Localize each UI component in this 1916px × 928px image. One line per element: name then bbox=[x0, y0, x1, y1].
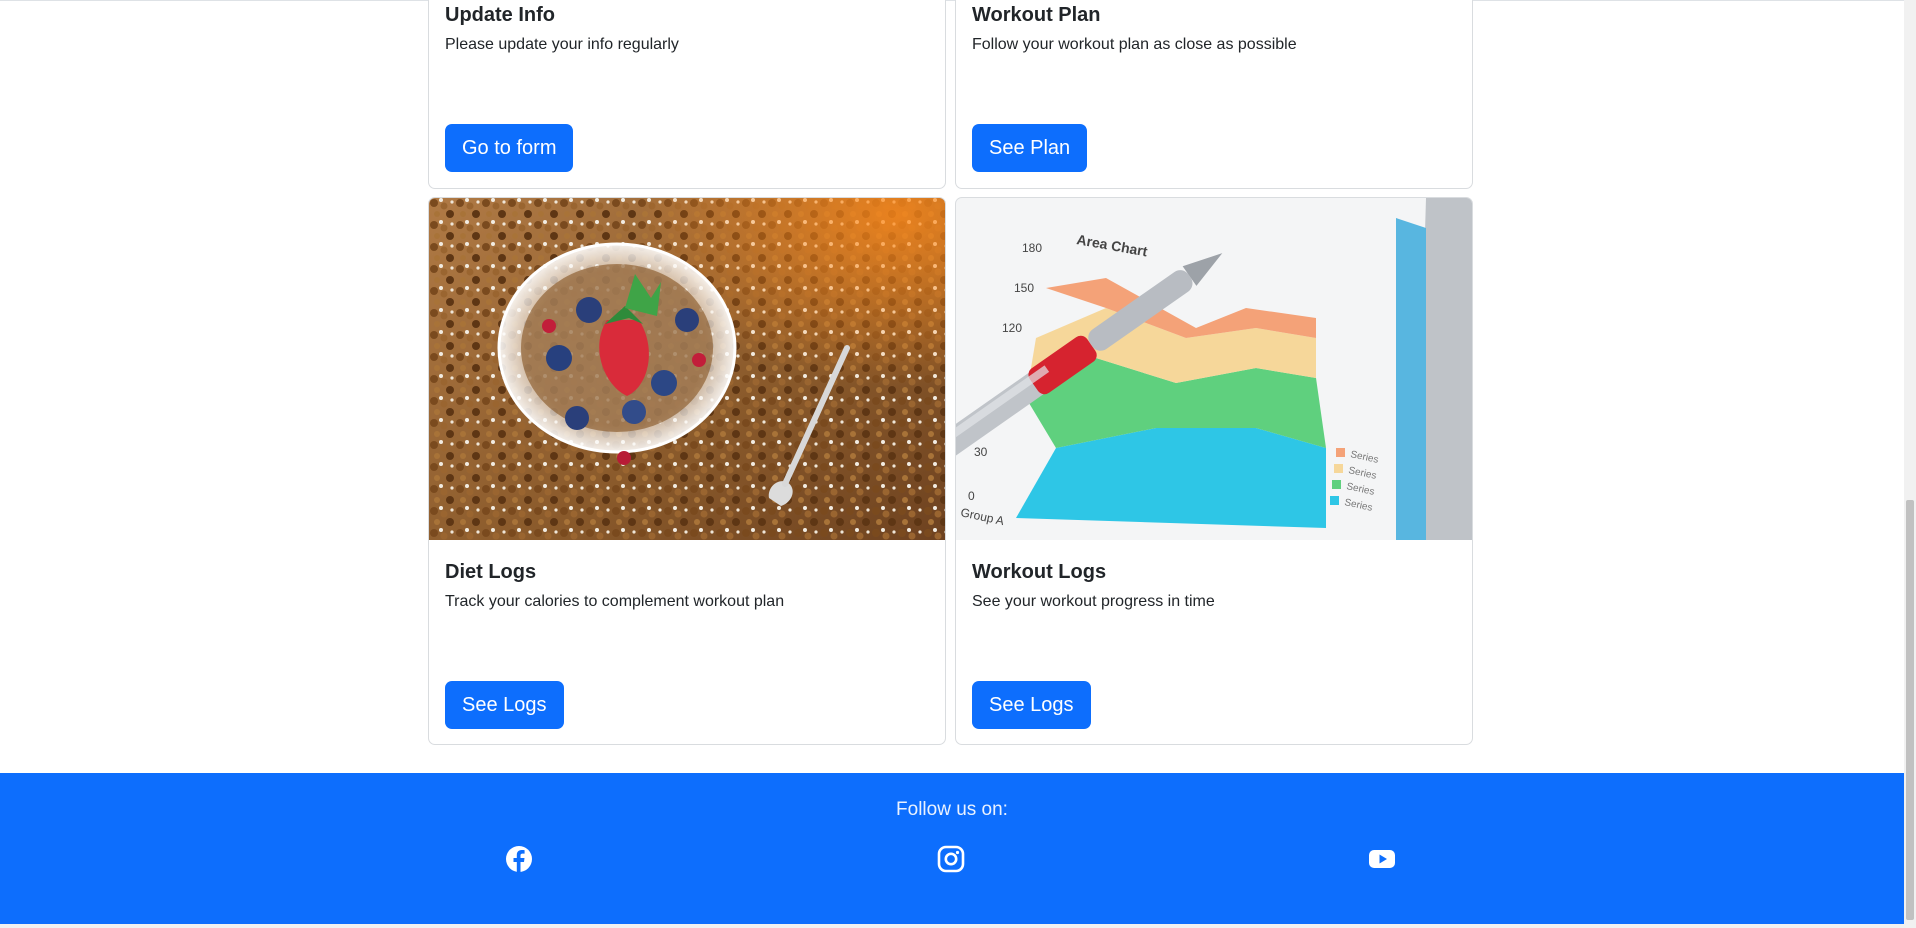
scrollbar[interactable] bbox=[1904, 0, 1916, 928]
card-title: Workout Logs bbox=[972, 561, 1107, 583]
go-to-form-button[interactable]: Go to form bbox=[445, 124, 574, 172]
see-plan-button[interactable]: See Plan bbox=[972, 124, 1088, 172]
svg-text:180: 180 bbox=[1022, 241, 1042, 255]
card-body: Workout Logs See your workout progress i… bbox=[972, 560, 1456, 612]
see-diet-logs-button[interactable]: See Logs bbox=[445, 681, 564, 729]
footer-title: Follow us on: bbox=[896, 799, 1008, 820]
card-title: Update Info bbox=[445, 4, 555, 26]
instagram-icon[interactable] bbox=[937, 845, 965, 873]
area-chart-image: Area Chart 180 150 120 30 0 Group A Seri… bbox=[956, 198, 1472, 540]
card-workout-plan: Workout Plan Follow your workout plan as… bbox=[955, 0, 1473, 189]
svg-text:0: 0 bbox=[968, 489, 975, 503]
card-body: Update Info Please update your info regu… bbox=[445, 3, 929, 55]
card-text: See your workout progress in time bbox=[972, 593, 1215, 610]
card-text: Track your calories to complement workou… bbox=[445, 593, 785, 610]
scrollbar-thumb[interactable] bbox=[1906, 500, 1914, 920]
svg-text:150: 150 bbox=[1014, 281, 1034, 295]
granola-bowl-image bbox=[429, 198, 945, 540]
svg-text:30: 30 bbox=[974, 445, 988, 459]
card-body: Workout Plan Follow your workout plan as… bbox=[972, 3, 1456, 55]
bottom-edge bbox=[0, 924, 1904, 928]
card-text: Please update your info regularly bbox=[445, 36, 679, 53]
page: Update Info Please update your info regu… bbox=[0, 0, 1916, 928]
see-workout-logs-button[interactable]: See Logs bbox=[972, 681, 1091, 729]
card-title: Workout Plan bbox=[972, 4, 1101, 26]
card-title: Diet Logs bbox=[445, 561, 537, 583]
card-text: Follow your workout plan as close as pos… bbox=[972, 36, 1297, 53]
card-body: Diet Logs Track your calories to complem… bbox=[445, 560, 929, 612]
card-update-info: Update Info Please update your info regu… bbox=[428, 0, 946, 189]
footer: Follow us on: bbox=[0, 773, 1904, 924]
facebook-icon[interactable] bbox=[505, 845, 533, 873]
top-divider bbox=[0, 0, 1904, 1]
card-diet-logs: Diet Logs Track your calories to complem… bbox=[428, 197, 946, 745]
card-workout-logs: Area Chart 180 150 120 30 0 Group A Seri… bbox=[955, 197, 1473, 745]
svg-text:120: 120 bbox=[1002, 321, 1022, 335]
youtube-icon[interactable] bbox=[1368, 845, 1396, 873]
